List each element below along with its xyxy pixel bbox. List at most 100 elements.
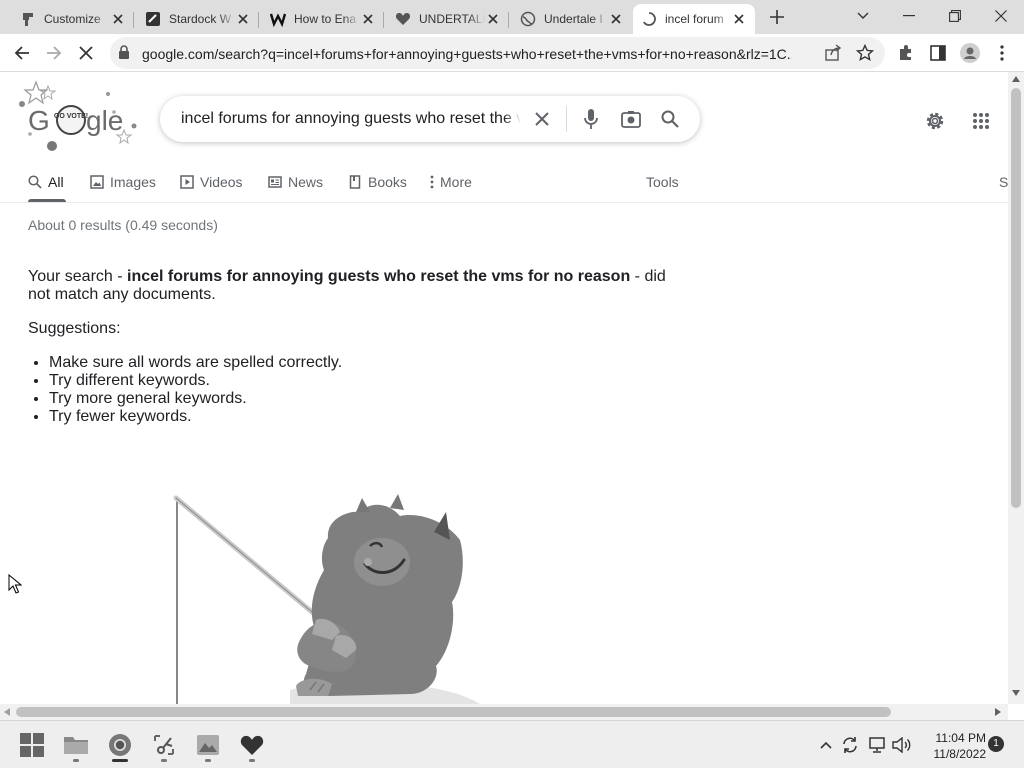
snipping-tool-button[interactable]	[146, 727, 182, 763]
tab-label: Books	[368, 174, 407, 190]
scrollbar-thumb[interactable]	[16, 707, 891, 717]
tab-stardock[interactable]: Stardock W	[137, 4, 259, 34]
file-explorer-button[interactable]	[58, 727, 94, 763]
url-text: google.com/search?q=incel+forums+for+ann…	[142, 46, 792, 62]
photos-button[interactable]	[190, 727, 226, 763]
close-icon	[79, 46, 93, 60]
chrome-icon	[109, 734, 131, 756]
tab-search-button[interactable]	[840, 0, 886, 32]
forward-button[interactable]	[40, 39, 68, 67]
undertale-button[interactable]	[234, 727, 270, 763]
start-button[interactable]	[14, 727, 50, 763]
profile-button[interactable]	[956, 39, 984, 67]
close-icon[interactable]	[235, 11, 251, 27]
scroll-left-arrow-icon[interactable]	[4, 708, 10, 716]
address-bar[interactable]: google.com/search?q=incel+forums+for+ann…	[110, 37, 885, 69]
scroll-right-arrow-icon[interactable]	[995, 708, 1001, 716]
news-icon	[268, 176, 282, 188]
chrome-menu-button[interactable]	[988, 39, 1016, 67]
tab-separator	[508, 12, 509, 28]
extensions-button[interactable]	[892, 39, 920, 67]
notification-badge[interactable]: 1	[988, 736, 1004, 752]
globe-icon	[520, 11, 536, 27]
google-apps-button[interactable]	[968, 108, 994, 134]
svg-text:gle: gle	[86, 105, 123, 136]
chrome-taskbar-button[interactable]	[102, 727, 138, 763]
sync-tray-button[interactable]	[839, 733, 861, 757]
network-tray-button[interactable]	[866, 733, 888, 757]
scroll-down-arrow-icon[interactable]	[1012, 690, 1020, 696]
tab-incel-forum[interactable]: incel forum	[633, 4, 755, 34]
tab-videos[interactable]: Videos	[180, 172, 243, 192]
show-hidden-icons-button[interactable]	[815, 733, 837, 757]
clear-search-icon[interactable]	[531, 108, 553, 130]
safesearch-label: S	[999, 174, 1009, 190]
minimize-button[interactable]	[886, 0, 932, 32]
safesearch-button[interactable]: S	[999, 172, 1008, 192]
search-icon[interactable]	[659, 108, 681, 130]
close-window-button[interactable]	[978, 0, 1024, 32]
new-tab-button[interactable]	[766, 6, 788, 28]
tab-title: UNDERTALE	[419, 12, 485, 26]
vertical-scrollbar[interactable]	[1008, 72, 1024, 704]
tab-separator	[383, 12, 384, 28]
maximize-button[interactable]	[932, 0, 978, 32]
list-item: Try fewer keywords.	[49, 408, 342, 426]
windows-start-icon	[20, 733, 44, 757]
suggestions-list: Make sure all words are spelled correctl…	[49, 354, 342, 426]
close-icon[interactable]	[731, 11, 747, 27]
close-icon[interactable]	[608, 11, 624, 27]
heart-icon	[395, 11, 411, 27]
suggestions-heading: Suggestions:	[28, 320, 121, 337]
running-indicator	[73, 759, 79, 762]
tab-label: All	[48, 174, 64, 190]
tab-label: Images	[110, 174, 156, 190]
search-input[interactable]: incel forums for annoying guests who res…	[181, 110, 521, 128]
tab-title: incel forum	[665, 12, 724, 26]
scrollbar-thumb[interactable]	[1011, 88, 1021, 508]
plus-icon	[770, 10, 784, 24]
no-results-message: Your search - incel forums for annoying …	[28, 268, 678, 304]
list-item: Try more general keywords.	[49, 390, 342, 408]
tab-customize[interactable]: Customize	[12, 4, 134, 34]
tab-books[interactable]: Books	[348, 172, 407, 192]
fishing-monster-illustration	[160, 490, 500, 704]
running-indicator	[112, 759, 128, 762]
close-icon[interactable]	[360, 11, 376, 27]
search-box[interactable]: incel forums for annoying guests who res…	[160, 96, 700, 142]
arrow-left-icon	[14, 46, 29, 60]
running-indicator	[249, 759, 255, 762]
close-icon[interactable]	[485, 11, 501, 27]
minimize-icon	[903, 15, 915, 17]
tab-news[interactable]: News	[268, 172, 323, 192]
system-clock[interactable]: 11:04 PM 11/8/2022	[916, 730, 987, 762]
microphone-icon[interactable]	[580, 108, 602, 130]
tab-label: News	[288, 174, 324, 190]
scroll-up-arrow-icon[interactable]	[1012, 76, 1020, 82]
taskbar: 11:04 PM 11/8/2022	[0, 720, 1024, 768]
settings-button[interactable]	[922, 108, 948, 134]
no-results-prefix: Your search -	[28, 268, 128, 285]
close-icon[interactable]	[110, 11, 126, 27]
back-button[interactable]	[8, 39, 36, 67]
camera-lens-icon[interactable]	[620, 108, 642, 130]
tab-separator	[258, 12, 259, 28]
tools-button[interactable]: Tools	[646, 172, 679, 192]
speaker-icon	[892, 737, 911, 753]
google-doodle-logo[interactable]: G GO VOTE! gle	[16, 78, 140, 154]
bookmark-star-icon[interactable]	[855, 43, 875, 67]
gear-icon	[926, 112, 944, 130]
tab-more[interactable]: More	[430, 172, 472, 192]
tab-undertale[interactable]: UNDERTALE	[387, 4, 509, 34]
tab-undertale-wiki[interactable]: Undertale I	[512, 4, 632, 34]
volume-tray-button[interactable]	[891, 733, 913, 757]
side-panel-button[interactable]	[924, 39, 952, 67]
stop-button[interactable]	[72, 39, 100, 67]
share-icon[interactable]	[824, 44, 842, 67]
tab-all[interactable]: All	[28, 172, 64, 192]
horizontal-scrollbar[interactable]	[0, 704, 1008, 720]
image-icon	[90, 175, 104, 189]
tab-images[interactable]: Images	[90, 172, 156, 192]
stardock-icon	[145, 11, 161, 27]
tab-how-to-enable[interactable]: How to Ena	[262, 4, 384, 34]
